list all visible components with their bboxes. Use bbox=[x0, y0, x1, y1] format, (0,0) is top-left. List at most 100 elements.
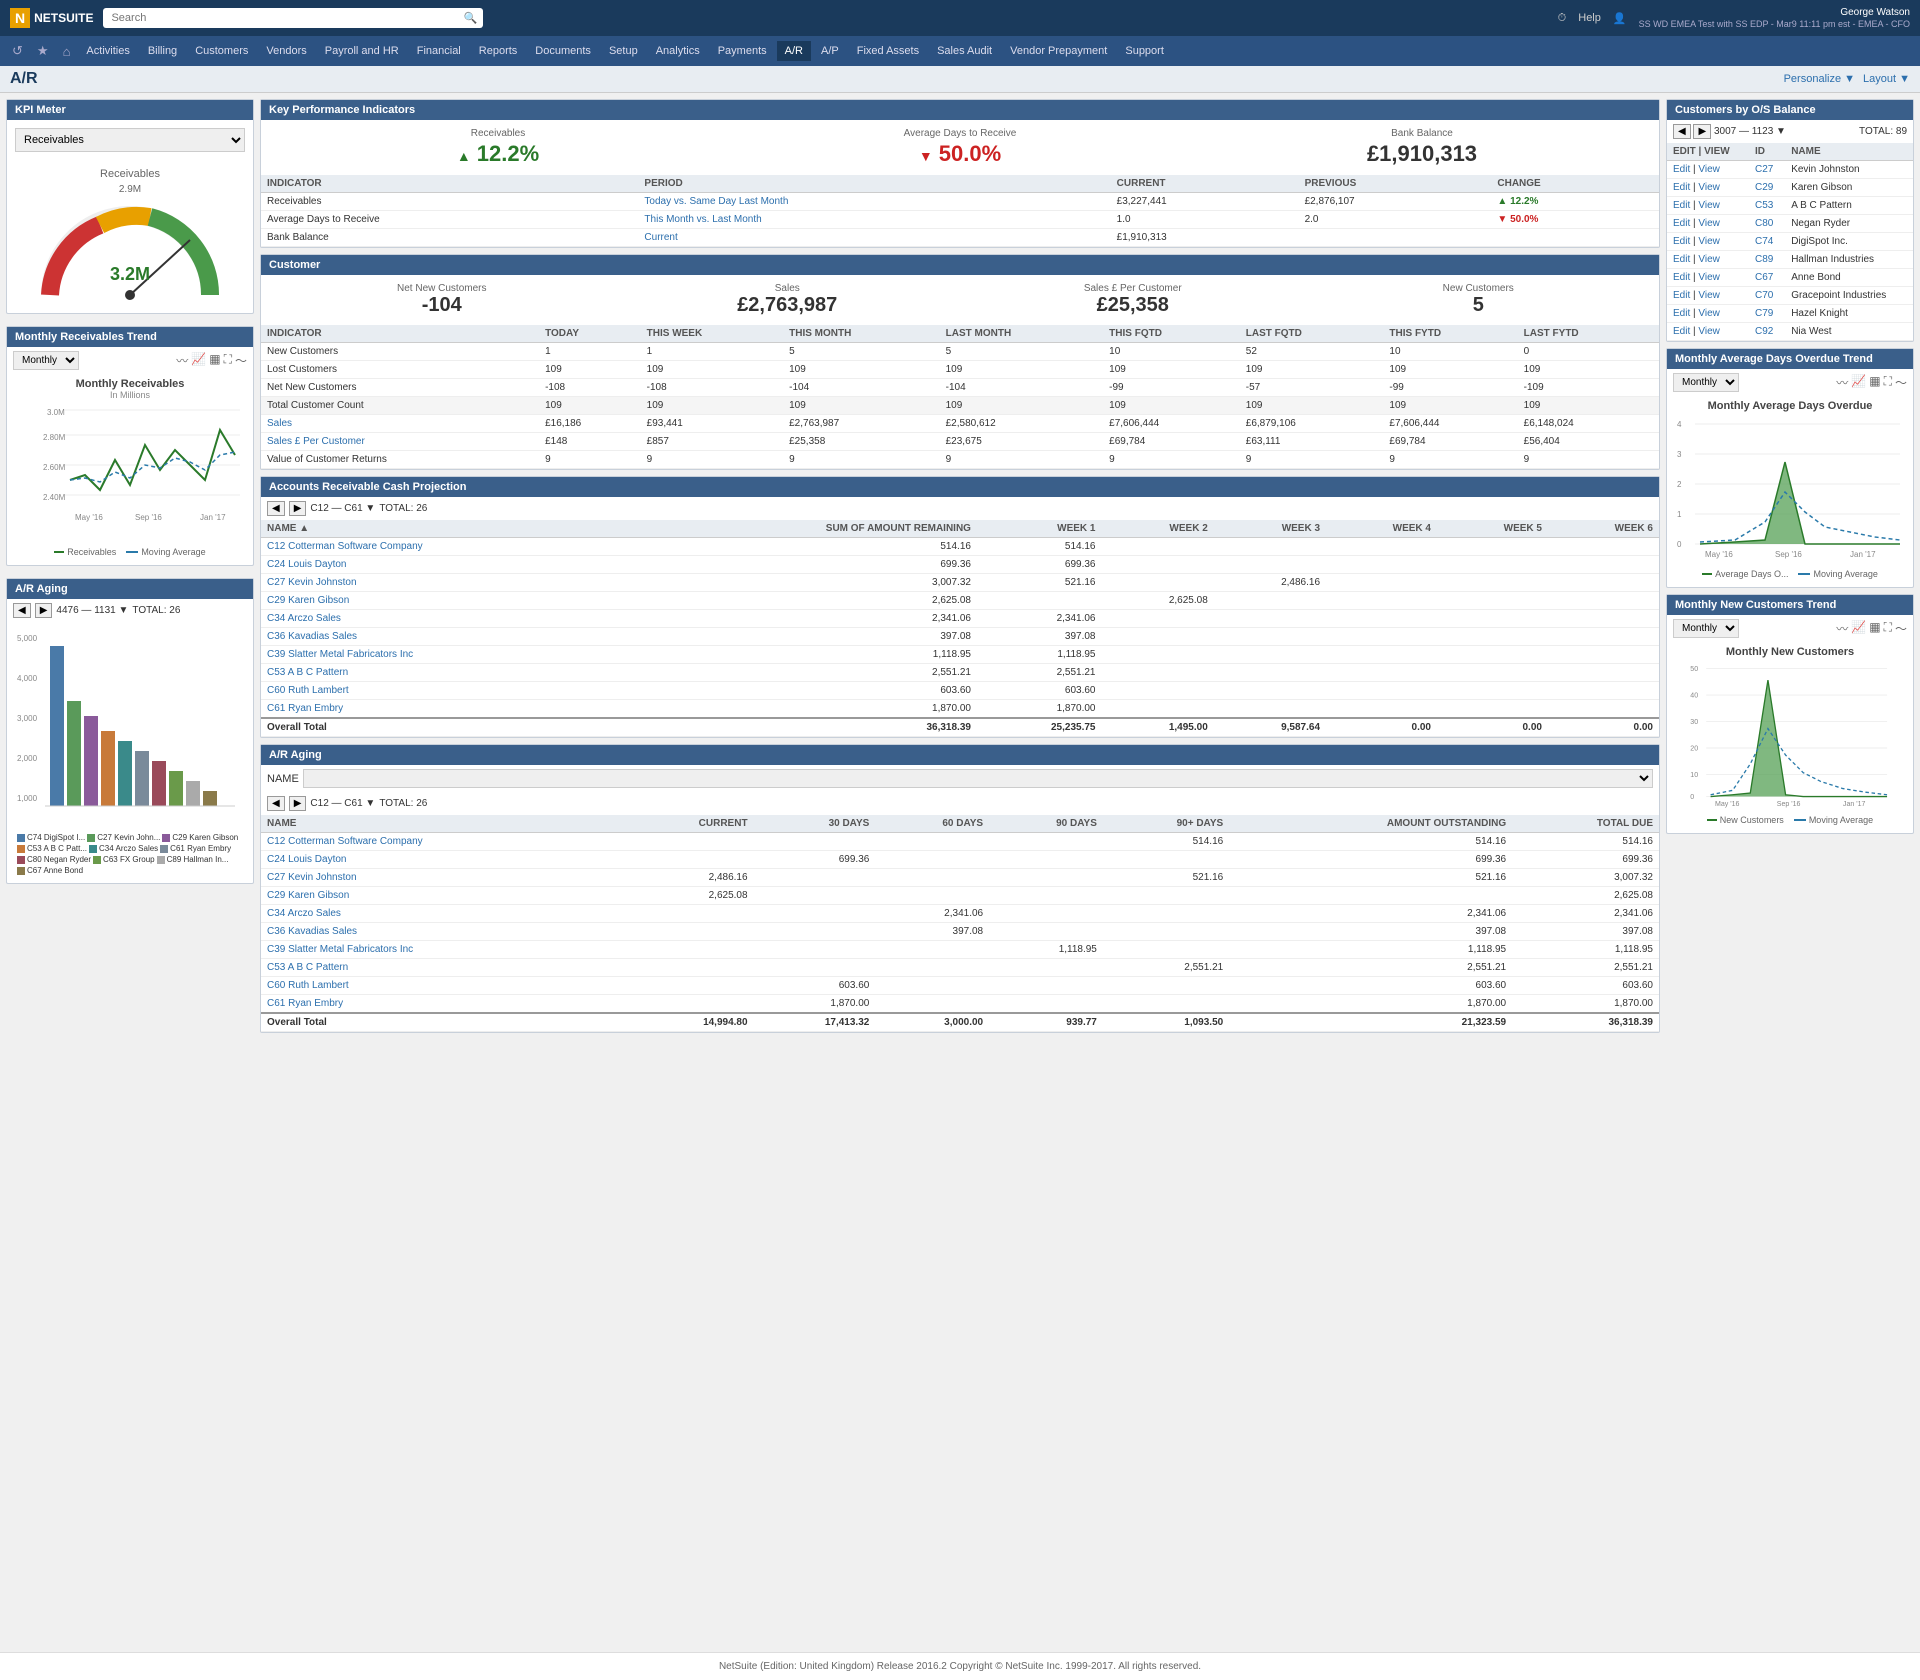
help-link[interactable]: Help bbox=[1578, 12, 1601, 24]
aging-table-range[interactable]: C12 — C61 ▼ bbox=[310, 798, 375, 809]
line-chart-icon[interactable]: 📈 bbox=[191, 352, 206, 369]
nav-payroll[interactable]: Payroll and HR bbox=[317, 41, 407, 61]
area-icon[interactable]: 〰 bbox=[1836, 374, 1848, 391]
home-icon[interactable]: ⌂ bbox=[57, 44, 77, 59]
aging-filter-select[interactable] bbox=[303, 769, 1653, 788]
area-chart-icon[interactable]: 〰 bbox=[176, 352, 188, 369]
line-icon[interactable]: 📈 bbox=[1851, 374, 1866, 391]
nav-support[interactable]: Support bbox=[1117, 41, 1172, 61]
kpi-col-period: PERIOD bbox=[638, 175, 1110, 193]
nav-financial[interactable]: Financial bbox=[409, 41, 469, 61]
bar-chart-icon[interactable]: ▦ bbox=[209, 352, 220, 369]
table-row: New Customers 1155 1052100 bbox=[261, 343, 1659, 361]
left-col: KPI Meter Receivables Receivables 2.9M bbox=[6, 99, 254, 1640]
kpi-meter-select[interactable]: Receivables bbox=[15, 128, 245, 152]
svg-text:May '16: May '16 bbox=[1715, 801, 1740, 808]
search-icon: 🔍 bbox=[464, 12, 478, 25]
sales-metric: Sales £2,763,987 bbox=[615, 283, 961, 317]
area3-icon[interactable]: 〰 bbox=[1836, 620, 1848, 637]
receivables-legend: Receivables Moving Average bbox=[11, 543, 249, 561]
proj-next-btn[interactable]: ▶ bbox=[289, 501, 307, 516]
kpi-col-current: CURRENT bbox=[1111, 175, 1299, 193]
user-icon[interactable]: 👤 bbox=[1613, 12, 1627, 25]
nav-vendor-prepayment[interactable]: Vendor Prepayment bbox=[1002, 41, 1115, 61]
svg-text:2.40M: 2.40M bbox=[43, 493, 66, 502]
new-customers-chart-icons: 〰 📈 ▦ ⛶ 〜 bbox=[1836, 620, 1907, 637]
table-row: C29 Karen Gibson 2,625.08 2,625.08 bbox=[261, 887, 1659, 905]
trend-controls: Monthly 〰 📈 ▦ ⛶ 〜 bbox=[7, 347, 253, 374]
customers-os-nav: ◀ ▶ 3007 — 1123 ▼ TOTAL: 89 bbox=[1667, 120, 1913, 143]
svg-text:Jan '17: Jan '17 bbox=[200, 513, 226, 522]
aging-next-btn[interactable]: ▶ bbox=[35, 603, 53, 618]
user-info: George Watson SS WD EMEA Test with SS ED… bbox=[1639, 6, 1910, 31]
nav-activities[interactable]: Activities bbox=[78, 41, 137, 61]
list-item: Edit | ViewC29Karen Gibson bbox=[1667, 179, 1913, 197]
top-bar: N NETSUITE 🔍 ⏱ Help 👤 George Watson SS W… bbox=[0, 0, 1920, 36]
gauge-svg: 3.2M bbox=[30, 195, 230, 305]
kpi-row-period[interactable]: Today vs. Same Day Last Month bbox=[638, 193, 1110, 211]
customer-table: INDICATOR TODAY THIS WEEK THIS MONTH LAS… bbox=[261, 325, 1659, 469]
table-row: C36 Kavadias Sales 397.08 397.08397.08 bbox=[261, 923, 1659, 941]
line3-icon[interactable]: 📈 bbox=[1851, 620, 1866, 637]
nav-customers[interactable]: Customers bbox=[187, 41, 256, 61]
nav-billing[interactable]: Billing bbox=[140, 41, 185, 61]
expand-icon[interactable]: ⛶ bbox=[1884, 374, 1892, 391]
nav-reports[interactable]: Reports bbox=[471, 41, 526, 61]
table-row: C60 Ruth Lambert 603.60603.60 bbox=[261, 682, 1659, 700]
back-icon[interactable]: ↺ bbox=[6, 43, 29, 59]
nav-analytics[interactable]: Analytics bbox=[648, 41, 708, 61]
expand-chart-icon[interactable]: ⛶ bbox=[224, 352, 232, 369]
new-customers-trend-header: Monthly New Customers Trend bbox=[1667, 595, 1913, 615]
footer: NetSuite (Edition: United Kingdom) Relea… bbox=[0, 1652, 1920, 1680]
table-row: Sales £ Per Customer £148£857£25,358£23,… bbox=[261, 433, 1659, 451]
nav-documents[interactable]: Documents bbox=[527, 41, 599, 61]
layout-button[interactable]: Layout ▼ bbox=[1863, 73, 1910, 85]
nav-ar[interactable]: A/R bbox=[777, 41, 811, 61]
search-bar[interactable]: 🔍 bbox=[103, 8, 483, 28]
aging-prev-btn[interactable]: ◀ bbox=[13, 603, 31, 618]
table-row: Bank Balance Current £1,910,313 bbox=[261, 229, 1659, 247]
aging-table-prev-btn[interactable]: ◀ bbox=[267, 796, 285, 811]
nav-setup[interactable]: Setup bbox=[601, 41, 646, 61]
kpi-avg-days-value: ▼ 50.0% bbox=[731, 141, 1189, 167]
table-row: Value of Customer Returns 9999 9999 bbox=[261, 451, 1659, 469]
kpi-receivables-label: Receivables bbox=[269, 128, 727, 139]
kpi-avg-days: Average Days to Receive ▼ 50.0% bbox=[731, 128, 1189, 167]
footer-text: NetSuite (Edition: United Kingdom) Relea… bbox=[719, 1661, 1201, 1672]
proj-range[interactable]: C12 — C61 ▼ bbox=[310, 503, 375, 514]
table-row: C24 Louis Dayton 699.36699.36 bbox=[261, 556, 1659, 574]
nav-ap[interactable]: A/P bbox=[813, 41, 847, 61]
ar-aging-table-panel: A/R Aging NAME ◀ ▶ C12 — C61 ▼ TOTAL: 26… bbox=[260, 744, 1660, 1033]
bar-icon[interactable]: ▦ bbox=[1869, 374, 1880, 391]
kpi-receivables: Receivables ▲ 12.2% bbox=[269, 128, 727, 167]
nav-payments[interactable]: Payments bbox=[710, 41, 775, 61]
nav-fixed-assets[interactable]: Fixed Assets bbox=[849, 41, 927, 61]
nav-vendors[interactable]: Vendors bbox=[258, 41, 314, 61]
nav-sales-audit[interactable]: Sales Audit bbox=[929, 41, 1000, 61]
clock-icon[interactable]: ⏱ bbox=[1558, 12, 1567, 25]
bar3-icon[interactable]: ▦ bbox=[1869, 620, 1880, 637]
moving-avg-legend-item: Moving Average bbox=[126, 547, 205, 557]
svg-text:2.80M: 2.80M bbox=[43, 433, 66, 442]
aging-range[interactable]: 4476 — 1131 ▼ bbox=[56, 605, 128, 616]
cos-next-btn[interactable]: ▶ bbox=[1693, 124, 1711, 139]
aging-table-next-btn[interactable]: ▶ bbox=[289, 796, 307, 811]
personalize-button[interactable]: Personalize ▼ bbox=[1784, 73, 1855, 85]
cos-range[interactable]: 3007 — 1123 ▼ bbox=[1714, 126, 1786, 137]
new-customers-select[interactable]: Monthly bbox=[1673, 619, 1739, 638]
center-col: Key Performance Indicators Receivables ▲… bbox=[260, 99, 1660, 1640]
wave3-icon: 〜 bbox=[1895, 620, 1907, 637]
avg-days-chart-icons: 〰 📈 ▦ ⛶ 〜 bbox=[1836, 374, 1907, 391]
ar-aging-left-panel: A/R Aging ◀ ▶ 4476 — 1131 ▼ TOTAL: 26 5,… bbox=[6, 578, 254, 884]
expand3-icon[interactable]: ⛶ bbox=[1884, 620, 1892, 637]
svg-text:Sep '16: Sep '16 bbox=[135, 513, 162, 522]
new-customers-chart: Monthly New Customers 50 40 30 20 10 0 bbox=[1667, 642, 1913, 833]
search-input[interactable] bbox=[103, 8, 483, 28]
sales-per-customer: Sales £ Per Customer £25,358 bbox=[960, 283, 1306, 317]
cos-prev-btn[interactable]: ◀ bbox=[1673, 124, 1691, 139]
star-icon[interactable]: ★ bbox=[31, 43, 55, 59]
avg-days-select[interactable]: Monthly bbox=[1673, 373, 1739, 392]
proj-prev-btn[interactable]: ◀ bbox=[267, 501, 285, 516]
monthly-receivables-select[interactable]: Monthly bbox=[13, 351, 79, 370]
list-item: Edit | ViewC79Hazel Knight bbox=[1667, 305, 1913, 323]
